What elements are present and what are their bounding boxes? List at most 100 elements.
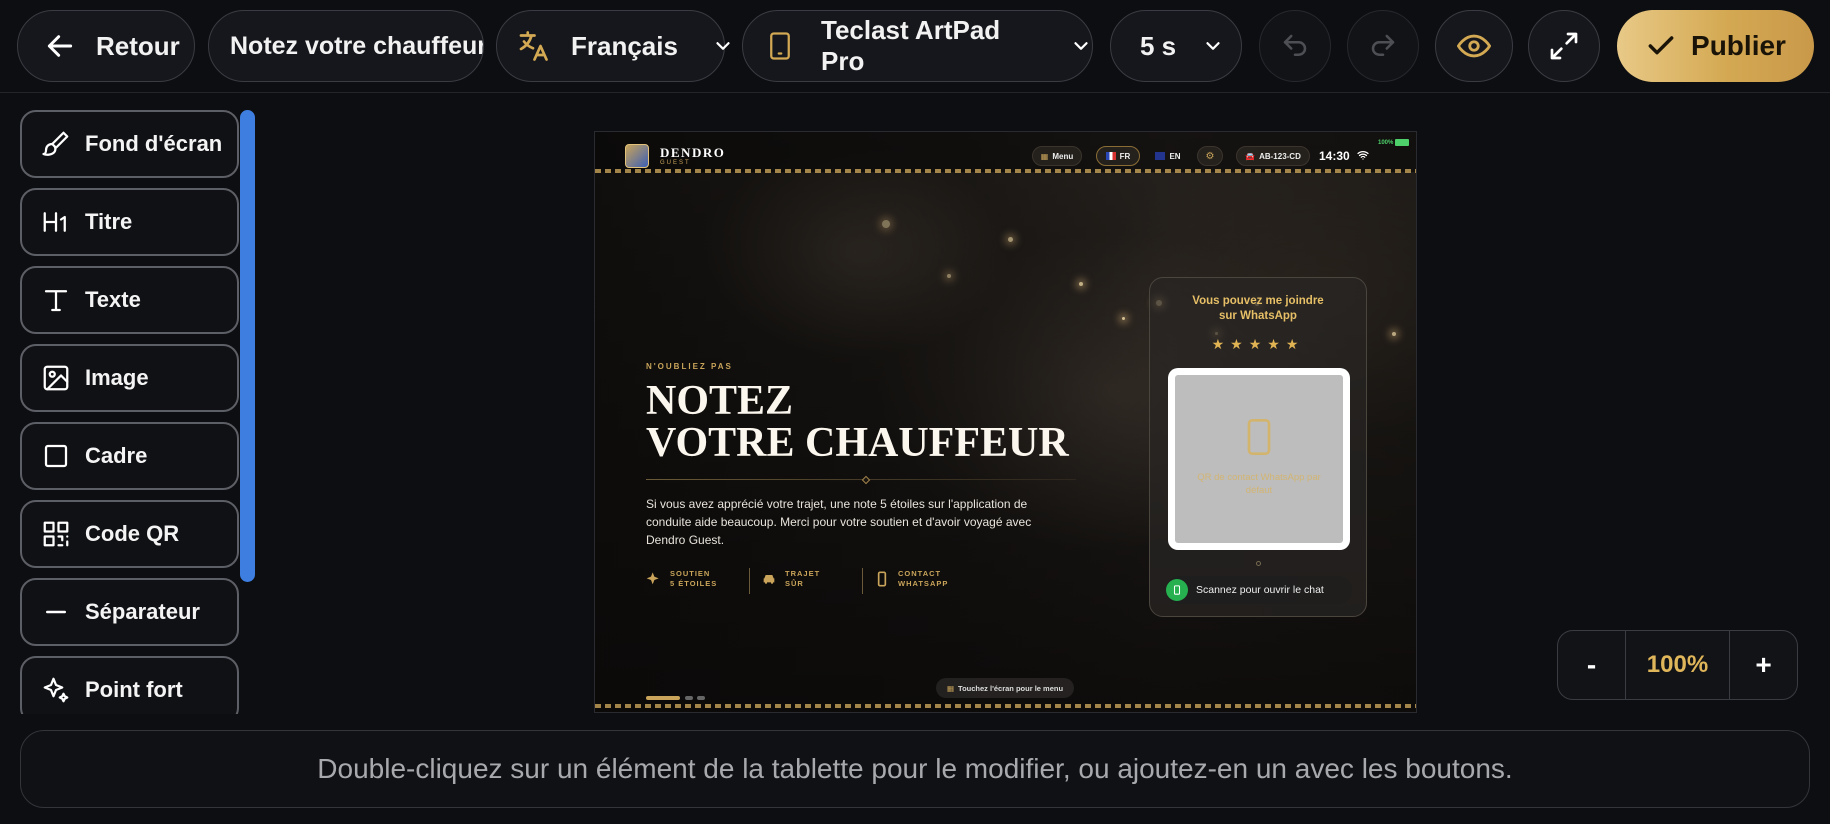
text-icon xyxy=(44,290,68,312)
menu-button[interactable]: ▦ Menu xyxy=(1032,146,1082,166)
add-background-button[interactable]: Fond d'écran xyxy=(20,110,239,178)
feature-item[interactable]: SOUTIEN 5 ÉTOILES xyxy=(646,569,717,589)
duration-value: 5 s xyxy=(1140,30,1177,61)
flag-fr-icon xyxy=(1105,152,1116,160)
tool-label: Code QR xyxy=(85,521,180,546)
chevron-down-icon xyxy=(1206,42,1220,50)
slide-progress-active xyxy=(646,696,680,700)
device-select[interactable]: Teclast ArtPad Pro xyxy=(742,10,1093,82)
back-button[interactable]: Retour xyxy=(17,10,195,82)
image-icon xyxy=(43,365,69,391)
feature-separator xyxy=(862,568,863,594)
title-line-2: VOTRE CHAUFFEUR xyxy=(646,420,1069,466)
feature-line: SOUTIEN xyxy=(670,569,711,578)
page-name-input[interactable]: Notez votre chauffeur xyxy=(208,10,484,82)
gear-icon: ⚙ xyxy=(1205,150,1215,162)
heading-icon xyxy=(43,212,66,232)
card-title: Vous pouvez me joindre sur WhatsApp xyxy=(1150,294,1366,324)
publish-button[interactable]: Publier xyxy=(1617,10,1814,82)
brand-name: DENDRO xyxy=(660,145,726,160)
undo-icon xyxy=(1283,34,1307,56)
tools-scrollbar[interactable] xyxy=(240,110,255,582)
eye-icon xyxy=(1457,34,1491,58)
flag-en-icon xyxy=(1155,152,1166,160)
redo-button[interactable] xyxy=(1347,10,1419,82)
zoom-in-button[interactable]: + xyxy=(1730,631,1797,699)
clock: 14:30 xyxy=(1319,149,1350,163)
car-icon: 🚘 xyxy=(1245,151,1256,161)
zoom-control: - 100% + xyxy=(1557,630,1798,700)
touch-hint-label: Touchez l'écran pour le menu xyxy=(958,683,1064,693)
wifi-icon xyxy=(1357,151,1369,160)
tool-label: Texte xyxy=(85,287,141,312)
chevron-down-icon xyxy=(1074,42,1088,50)
card-title-line: sur WhatsApp xyxy=(1219,310,1297,322)
back-label: Retour xyxy=(96,30,180,61)
tool-label: Cadre xyxy=(85,443,148,468)
add-qr-code-button[interactable]: Code QR xyxy=(20,500,239,568)
main-title[interactable]: NOTEZ VOTRE CHAUFFEUR xyxy=(646,380,1069,464)
qr-placeholder: QR de contact WhatsApp par défaut xyxy=(1175,375,1343,543)
lang-fr-button[interactable]: FR xyxy=(1096,146,1140,166)
add-text-button[interactable]: Texte xyxy=(20,266,239,334)
check-icon xyxy=(1648,36,1674,55)
chevron-down-icon xyxy=(716,42,730,50)
lang-en-button[interactable]: EN xyxy=(1148,146,1188,166)
qr-placeholder-text: QR de contact WhatsApp par défaut xyxy=(1197,472,1321,496)
whatsapp-card[interactable]: Vous pouvez me joindre sur WhatsApp ★★★★… xyxy=(1149,277,1367,617)
qr-code-frame[interactable]: QR de contact WhatsApp par défaut xyxy=(1168,368,1350,550)
sparkle-icon xyxy=(646,572,659,585)
arrow-left-icon xyxy=(47,35,73,57)
zoom-out-button[interactable]: - xyxy=(1558,631,1625,699)
feature-line: TRAJET xyxy=(785,569,821,578)
phone-icon xyxy=(877,571,887,587)
duration-select[interactable]: 5 s xyxy=(1110,10,1242,82)
plate-badge: 🚘 AB-123-CD xyxy=(1236,146,1310,166)
add-highlight-button[interactable]: Point fort xyxy=(20,656,239,714)
footer-stripe xyxy=(595,704,1416,708)
tool-label: Titre xyxy=(85,209,133,234)
settings-button[interactable]: ⚙ xyxy=(1197,146,1223,166)
title-line-1: NOTEZ xyxy=(646,378,794,424)
separator-icon xyxy=(46,610,66,614)
preview-button[interactable] xyxy=(1435,10,1513,82)
slide-progress-dot xyxy=(697,696,705,700)
feature-item[interactable]: TRAJET SÛR xyxy=(761,569,820,589)
scan-label: Scannez pour ouvrir le chat xyxy=(1196,584,1324,596)
add-title-button[interactable]: Titre xyxy=(20,188,239,256)
redo-icon xyxy=(1371,34,1395,56)
translate-icon xyxy=(519,31,548,61)
fullscreen-button[interactable] xyxy=(1528,10,1600,82)
grid-icon: ▦ xyxy=(946,683,955,693)
undo-button[interactable] xyxy=(1259,10,1331,82)
plate-label: AB-123-CD xyxy=(1259,151,1301,161)
touch-menu-hint[interactable]: ▦ Touchez l'écran pour le menu xyxy=(936,678,1074,698)
top-toolbar: Retour Notez votre chauffeur Français Te… xyxy=(0,0,1830,93)
tool-label: Point fort xyxy=(85,677,183,702)
phone-icon xyxy=(1247,419,1271,455)
grid-icon: ▦ xyxy=(1040,151,1049,161)
brand-logo xyxy=(625,144,649,168)
add-frame-button[interactable]: Cadre xyxy=(20,422,239,490)
rating-stars: ★★★★★ xyxy=(1211,336,1305,352)
expand-icon xyxy=(1550,32,1578,60)
feature-separator xyxy=(749,568,750,594)
add-image-button[interactable]: Image xyxy=(20,344,239,412)
eyebrow-text[interactable]: N'OUBLIEZ PAS xyxy=(646,362,733,371)
hint-text: Double-cliquez sur un élément de la tabl… xyxy=(317,753,1513,784)
page-name-value: Notez votre chauffeur xyxy=(230,31,484,60)
car-icon xyxy=(763,575,775,584)
feature-line: CONTACT xyxy=(898,569,942,578)
feature-line: WHATSAPP xyxy=(898,579,949,588)
feature-line: 5 ÉTOILES xyxy=(670,579,718,588)
feature-item[interactable]: CONTACT WHATSAPP xyxy=(874,569,948,589)
brush-icon xyxy=(42,131,69,156)
qr-code-icon xyxy=(43,521,69,547)
description-text[interactable]: Si vous avez apprécié votre trajet, une … xyxy=(646,495,1046,549)
tablet-canvas[interactable]: DENDRO GUEST ▦ Menu FR EN ⚙ 🚘 AB-123-CD … xyxy=(594,131,1417,713)
slide-progress-dot xyxy=(685,696,693,700)
add-separator-button[interactable]: Séparateur xyxy=(20,578,239,646)
tool-label: Fond d'écran xyxy=(85,131,223,156)
language-select[interactable]: Français xyxy=(496,10,730,82)
battery-icon xyxy=(1395,139,1409,146)
